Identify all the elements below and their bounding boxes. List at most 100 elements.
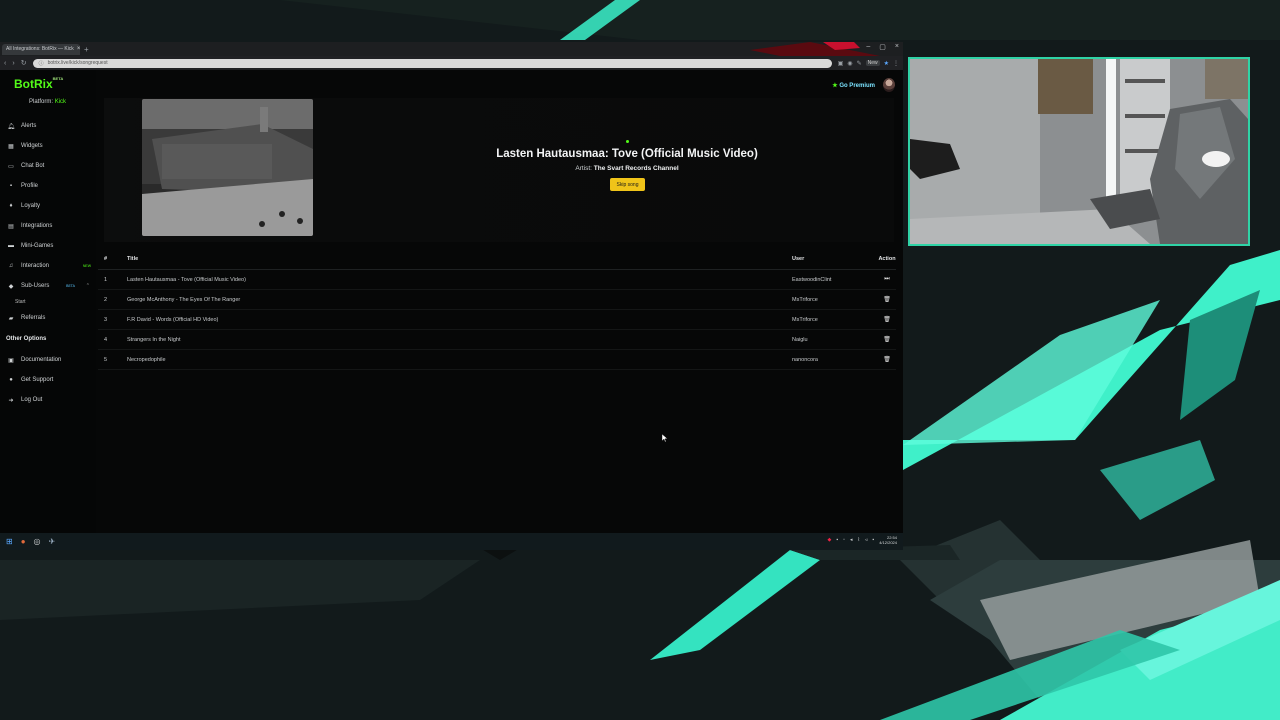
bookmark-star-icon[interactable]: ★ xyxy=(884,60,889,67)
skip-song-button[interactable]: Skip song xyxy=(610,178,645,191)
close-window-icon[interactable]: × xyxy=(895,43,899,51)
sidebar-item-label: Get Support xyxy=(21,377,54,383)
loyalty-icon: ♦ xyxy=(9,203,13,209)
row-number: 5 xyxy=(104,356,108,363)
tray-icon[interactable]: ▪ xyxy=(836,537,838,543)
go-premium-button[interactable]: ★ Go Premium xyxy=(832,82,875,89)
menu-icon[interactable]: ⋮ xyxy=(893,60,899,67)
trash-icon[interactable]: 🗑︎ xyxy=(878,356,896,363)
column-header-action: Action xyxy=(878,255,896,262)
table-row: 2 George McAnthony - The Eyes Of The Ran… xyxy=(98,290,896,310)
tray-icon[interactable]: ▪ xyxy=(872,537,874,543)
trash-icon[interactable]: 🗑︎ xyxy=(878,296,896,303)
url-field[interactable]: ⓘ botrix.live/kick/songrequest xyxy=(32,58,832,68)
tray-icon[interactable]: ◂ xyxy=(850,537,853,543)
botrix-page: BotRixBETA Platform: Kick 🔔︎ Alerts ▦ Widg… xyxy=(0,70,903,533)
clock-date: 4/12/2024 xyxy=(879,540,897,545)
header-actions: ★ Go Premium xyxy=(832,78,895,92)
row-title: F.R David - Words (Official HD Video) xyxy=(127,316,219,323)
referral-icon: ▰ xyxy=(8,315,14,322)
site-info-icon[interactable]: ⓘ xyxy=(39,60,44,67)
rog-logo-icon xyxy=(750,42,880,56)
sidebar-item-profile[interactable]: ▪ Profile xyxy=(7,176,93,196)
volume-icon[interactable]: ◃ xyxy=(865,537,868,543)
new-badge: NEW xyxy=(82,264,91,268)
sidebar-item-label: Chat Bot xyxy=(21,163,45,169)
sidebar-item-label: Mini-Games xyxy=(21,243,54,249)
reload-icon[interactable]: ↻ xyxy=(21,59,27,67)
sidebar-item-label: Integrations xyxy=(21,223,53,229)
windows-start-icon[interactable]: ⊞ xyxy=(6,537,13,546)
column-header-title: Title xyxy=(127,255,139,262)
tab-close-icon[interactable]: × xyxy=(77,46,80,52)
sidebar-item-label: Sub-Users xyxy=(21,283,50,289)
table-header: # Title User Action xyxy=(98,248,896,270)
sidebar-item-sub-users[interactable]: ◆ Sub-Users BETA ⌃ xyxy=(7,276,93,296)
row-user: MsTriforce xyxy=(792,316,818,323)
brand-logo[interactable]: BotRixBETA xyxy=(14,76,63,91)
window-controls: – ▢ × xyxy=(866,43,899,51)
sidebar-item-label: Documentation xyxy=(21,357,62,363)
row-title: George McAnthony - The Eyes Of The Range… xyxy=(127,296,241,303)
sidebar-item-label: Alerts xyxy=(21,123,37,129)
sidebar-item-loyalty[interactable]: ♦ Loyalty xyxy=(7,196,93,216)
sidebar-item-alerts[interactable]: 🔔︎ Alerts xyxy=(7,116,93,136)
tab-title: All Integrations: BotRix — Kick xyxy=(6,46,74,52)
chevron-up-icon[interactable]: ⌃ xyxy=(86,283,90,289)
sidebar-item-widgets[interactable]: ▦ Widgets xyxy=(7,136,93,156)
platform-label: Platform: xyxy=(29,99,54,105)
trash-icon[interactable]: 🗑︎ xyxy=(878,336,896,343)
playing-indicator xyxy=(626,140,629,143)
extension-icon[interactable]: ✎ xyxy=(857,60,862,67)
sidebar-item-referrals[interactable]: ▰ Referrals xyxy=(7,308,93,328)
forward-icon[interactable]: › xyxy=(12,60,14,67)
now-playing-artist: Artist: The Svart Records Channel xyxy=(104,165,903,172)
minimize-icon[interactable]: – xyxy=(866,43,870,51)
artist-name: The Svart Records Channel xyxy=(593,165,679,172)
brand-text: BotRix xyxy=(14,77,53,91)
sidebar-item-interaction[interactable]: ♫ Interaction NEW xyxy=(7,256,93,276)
sidebar-item-documentation[interactable]: ▣ Documentation xyxy=(7,350,93,370)
row-number: 4 xyxy=(104,336,108,343)
bell-icon: 🔔︎ xyxy=(7,123,15,130)
now-playing-title: Lasten Hautausmaa: Tove (Official Music … xyxy=(496,148,758,160)
webcam-overlay xyxy=(908,57,1250,246)
browser-window: All Integrations: BotRix — Kick × + – ▢ … xyxy=(0,42,903,550)
sidebar-item-mini-games[interactable]: ▬ Mini-Games xyxy=(7,236,93,256)
tray-icon[interactable]: ▫ xyxy=(843,537,845,543)
chat-icon: ▭ xyxy=(8,163,14,170)
sidebar-item-get-support[interactable]: ● Get Support xyxy=(7,370,93,390)
platform-value: Kick xyxy=(54,99,67,105)
row-number: 2 xyxy=(104,296,108,303)
trash-icon[interactable]: 🗑︎ xyxy=(878,316,896,323)
sidebar-item-label: Widgets xyxy=(21,143,43,149)
widgets-icon: ▦ xyxy=(8,143,14,150)
sidebar-item-integrations[interactable]: ▤ Integrations xyxy=(7,216,93,236)
extension-badge[interactable]: New xyxy=(865,60,880,66)
new-tab-icon[interactable]: + xyxy=(84,45,89,54)
gamepad-icon: ▬ xyxy=(8,243,14,249)
row-title: Strangers In the Night xyxy=(127,336,181,343)
sidebar: BotRixBETA Platform: Kick 🔔︎ Alerts ▦ Widg… xyxy=(0,70,96,533)
table-row: 5 Necropedophile nanoncora 🗑︎ xyxy=(98,350,896,370)
extension-icon[interactable]: ▣ xyxy=(838,60,844,67)
sidebar-item-label: Interaction xyxy=(21,263,50,269)
sidebar-item-chat-bot[interactable]: ▭ Chat Bot xyxy=(7,156,93,176)
firefox-icon[interactable]: ● xyxy=(21,537,26,546)
taskbar-clock[interactable]: 22:54 4/12/2024 xyxy=(879,535,897,545)
maximize-icon[interactable]: ▢ xyxy=(879,43,886,51)
row-user: nanoncora xyxy=(792,356,818,363)
network-icon[interactable]: ⌇ xyxy=(857,537,859,543)
sidebar-subitem-start[interactable]: Start xyxy=(7,296,93,308)
now-playing-panel: Lasten Hautausmaa: Tove (Official Music … xyxy=(104,98,894,242)
steam-icon[interactable]: ✈ xyxy=(49,537,56,546)
extension-icon[interactable]: ◉ xyxy=(847,60,852,67)
row-number: 1 xyxy=(104,276,108,283)
browser-tab[interactable]: All Integrations: BotRix — Kick × xyxy=(2,43,80,55)
play-next-icon[interactable]: ⏭ xyxy=(878,276,896,283)
avatar[interactable] xyxy=(883,78,895,92)
tray-icon[interactable]: ◆ xyxy=(828,537,832,543)
back-icon[interactable]: ‹ xyxy=(4,60,6,67)
sidebar-item-log-out[interactable]: ➜ Log Out xyxy=(7,390,93,410)
obs-icon[interactable]: ◎ xyxy=(34,537,41,546)
